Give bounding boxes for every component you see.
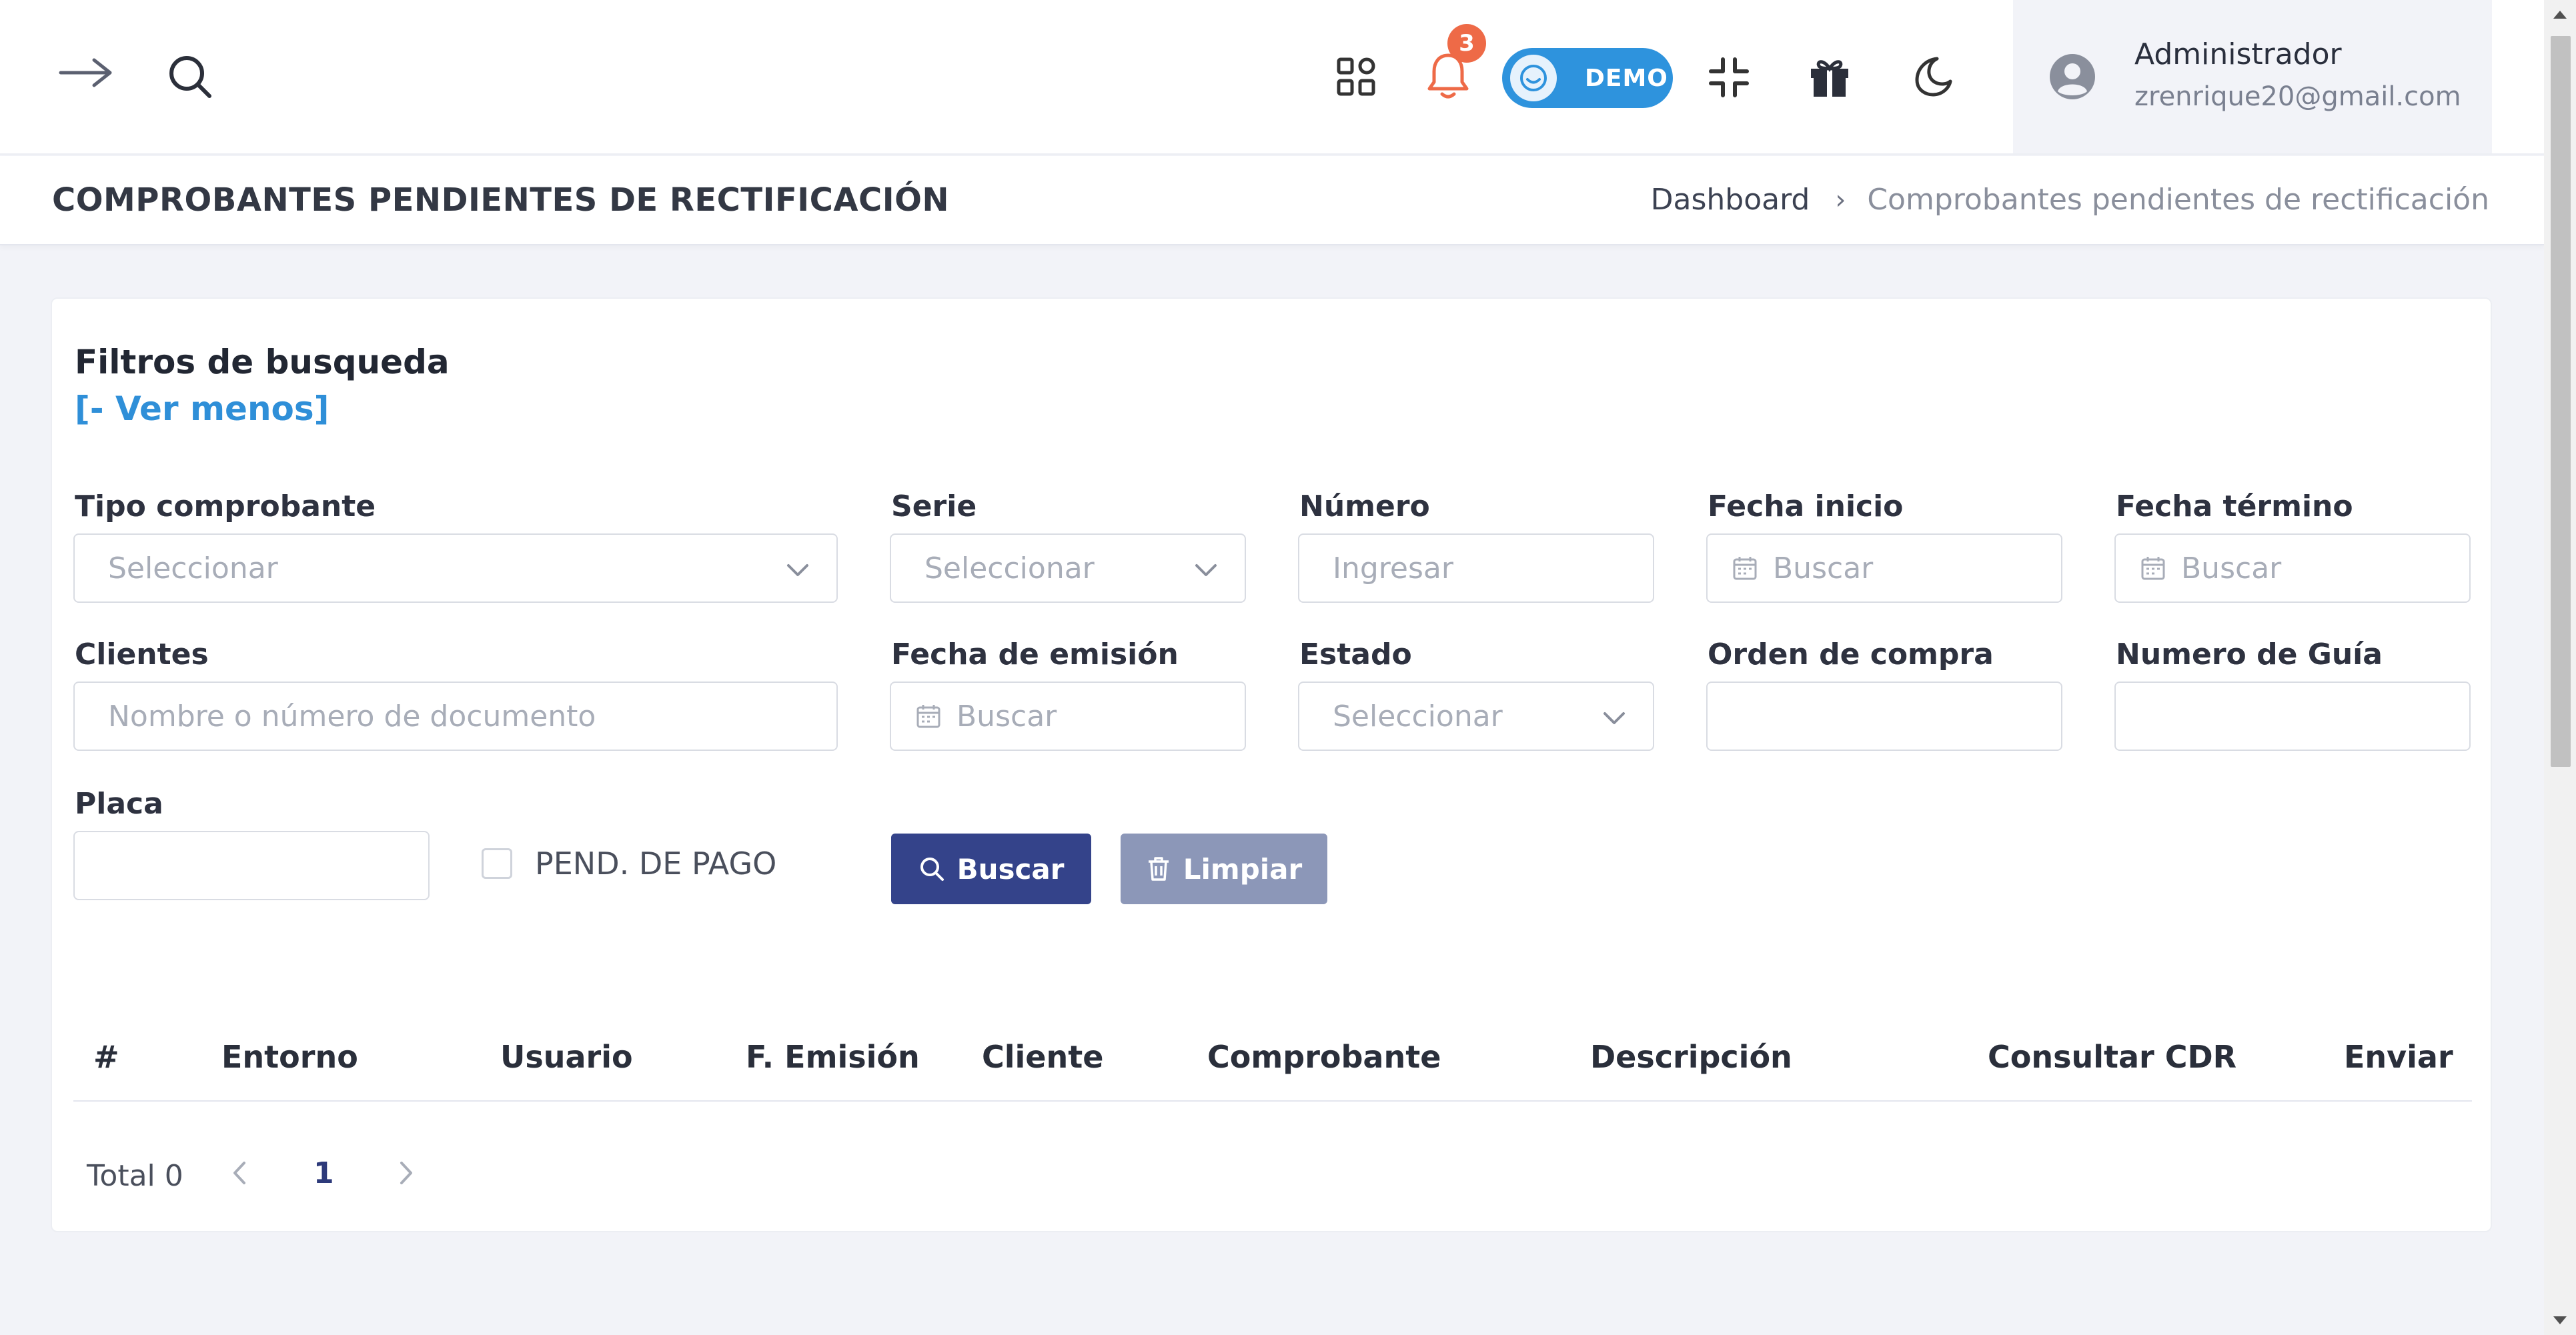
breadcrumb-separator: › — [1835, 184, 1846, 215]
fecha-inicio-label: Fecha inicio — [1708, 489, 1904, 523]
orden-compra-label: Orden de compra — [1708, 637, 1994, 672]
chevron-down-icon — [1601, 704, 1628, 731]
compress-icon[interactable] — [1705, 53, 1753, 101]
orden-compra-input[interactable] — [1706, 682, 2062, 751]
column-header-comprobante: Comprobante — [1207, 1039, 1441, 1075]
trash-icon — [1148, 857, 1169, 881]
clientes-label: Clientes — [75, 637, 209, 672]
fecha-termino-label: Fecha término — [2116, 489, 2353, 523]
calendar-icon — [1732, 555, 1758, 581]
tipo-comprobante-label: Tipo comprobante — [75, 489, 376, 523]
moon-icon[interactable] — [1908, 52, 1956, 100]
placa-label: Placa — [75, 787, 163, 821]
user-name: Administrador — [2134, 37, 2342, 71]
fecha-inicio-input[interactable]: Buscar — [1706, 533, 2062, 603]
search-icon — [920, 858, 944, 881]
estado-label: Estado — [1299, 637, 1412, 672]
pend-pago-checkbox[interactable] — [482, 848, 512, 879]
top-bar: 3 DEMO Administrador zrenrique20@gmail.c… — [0, 0, 2544, 155]
user-menu[interactable]: Administrador zrenrique20@gmail.com — [2013, 0, 2492, 153]
numero-input[interactable]: Ingresar — [1298, 533, 1654, 603]
page-header: COMPROBANTES PENDIENTES DE RECTIFICACIÓN… — [0, 156, 2544, 245]
column-header-cliente: Cliente — [982, 1039, 1104, 1075]
filters-card: Filtros de busqueda [- Ver menos] Tipo c… — [51, 297, 2492, 1232]
chevron-down-icon — [1193, 556, 1219, 583]
breadcrumb-current: Comprobantes pendientes de rectificación — [1867, 183, 2489, 217]
demo-label: DEMO — [1585, 64, 1668, 92]
breadcrumb-dashboard-link[interactable]: Dashboard — [1651, 183, 1810, 217]
fecha-inicio-placeholder: Buscar — [1773, 551, 1874, 585]
chevron-right-icon[interactable] — [392, 1156, 419, 1190]
numero-guia-input[interactable] — [2114, 682, 2471, 751]
search-icon[interactable] — [165, 52, 215, 101]
apps-grid-icon[interactable] — [1333, 53, 1379, 100]
fecha-termino-input[interactable]: Buscar — [2114, 533, 2471, 603]
column-header-descripcion: Descripción — [1590, 1039, 1792, 1075]
tipo-comprobante-select[interactable]: Seleccionar — [73, 533, 838, 603]
clientes-input[interactable]: Nombre o número de documento — [73, 682, 838, 751]
scroll-up-arrow-icon[interactable] — [2553, 11, 2567, 19]
vertical-scrollbar[interactable] — [2544, 0, 2576, 1335]
gift-icon[interactable] — [1805, 52, 1854, 101]
table-header: # Entorno Usuario F. Emisión Cliente Com… — [73, 1019, 2472, 1102]
column-header-fecha-emision: F. Emisión — [746, 1039, 920, 1075]
clientes-placeholder: Nombre o número de documento — [108, 699, 596, 734]
chevron-left-icon[interactable] — [227, 1156, 253, 1190]
column-header-consultar-cdr: Consultar CDR — [1988, 1039, 2237, 1075]
search-button[interactable]: Buscar — [891, 834, 1091, 904]
pagination-page[interactable]: 1 — [313, 1156, 334, 1190]
clear-button[interactable]: Limpiar — [1121, 834, 1327, 904]
scrollbar-thumb[interactable] — [2551, 36, 2571, 767]
numero-placeholder: Ingresar — [1333, 551, 1453, 585]
serie-select[interactable]: Seleccionar — [890, 533, 1246, 603]
fecha-termino-placeholder: Buscar — [2181, 551, 2282, 585]
column-header-index: # — [93, 1039, 119, 1075]
chevron-down-icon — [784, 556, 811, 583]
serie-label: Serie — [891, 489, 977, 523]
breadcrumb: Dashboard › Comprobantes pendientes de r… — [1651, 183, 2489, 217]
estado-placeholder: Seleccionar — [1333, 699, 1503, 734]
ver-menos-link[interactable]: [- Ver menos] — [75, 389, 330, 428]
clear-button-label: Limpiar — [1183, 852, 1303, 886]
fecha-emision-input[interactable]: Buscar — [890, 682, 1246, 751]
user-avatar-icon — [2046, 51, 2098, 103]
user-email: zrenrique20@gmail.com — [2134, 81, 2461, 112]
fecha-emision-placeholder: Buscar — [956, 699, 1057, 734]
filters-title: Filtros de busqueda — [75, 343, 450, 381]
tipo-comprobante-placeholder: Seleccionar — [108, 551, 278, 585]
page-title: COMPROBANTES PENDIENTES DE RECTIFICACIÓN — [52, 181, 950, 219]
numero-label: Número — [1299, 489, 1430, 523]
arrow-right-icon[interactable] — [56, 51, 116, 95]
demo-toggle[interactable]: DEMO — [1502, 48, 1673, 108]
smile-icon — [1510, 55, 1557, 101]
search-button-label: Buscar — [956, 852, 1065, 886]
notification-badge: 3 — [1447, 24, 1486, 63]
placa-input[interactable] — [73, 831, 430, 900]
scroll-down-arrow-icon[interactable] — [2553, 1316, 2567, 1324]
estado-select[interactable]: Seleccionar — [1298, 682, 1654, 751]
calendar-icon — [915, 703, 942, 730]
numero-guia-label: Numero de Guía — [2116, 637, 2383, 672]
pend-pago-label: PEND. DE PAGO — [535, 846, 777, 882]
column-header-entorno: Entorno — [221, 1039, 358, 1075]
column-header-enviar: Enviar — [2344, 1039, 2453, 1075]
fecha-emision-label: Fecha de emisión — [891, 637, 1179, 672]
serie-placeholder: Seleccionar — [924, 551, 1095, 585]
pagination-total: Total 0 — [87, 1159, 183, 1193]
column-header-usuario: Usuario — [500, 1039, 633, 1075]
calendar-icon — [2140, 555, 2166, 581]
